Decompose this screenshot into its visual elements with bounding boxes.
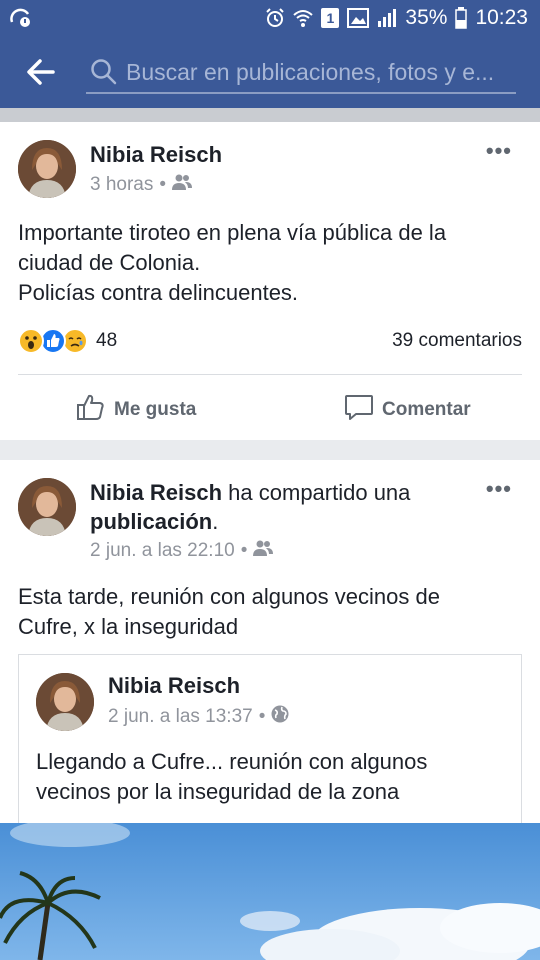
thumbs-up-icon (76, 392, 106, 428)
post-time[interactable]: 2 jun. a las 22:10 (90, 540, 235, 562)
search-icon (90, 58, 118, 91)
meta-dot: • (159, 174, 167, 195)
comment-icon (344, 392, 374, 428)
post-text-line: Importante tiroteo en plena vía pública … (18, 220, 447, 245)
share-action: ha compartido una (228, 480, 411, 505)
wow-reaction-icon (18, 328, 44, 354)
shared-author[interactable]: Nibia Reisch (108, 673, 240, 699)
sim-badge-icon: 1 (321, 8, 340, 28)
shared-meta: 2 jun. a las 13:37 • (108, 705, 289, 729)
meta-dot: • (240, 540, 248, 561)
notification-icon (10, 8, 32, 28)
feed-separator (0, 108, 540, 122)
post-text-line: Cufre, x la inseguridad (18, 614, 239, 639)
post-text-line: ciudad de Colonia. (18, 250, 201, 275)
shared-text: Llegando a Cufre... reunión con algunos … (36, 747, 427, 807)
shared-text-line: vecinos por la inseguridad de la zona (36, 779, 400, 804)
friends-icon (253, 540, 274, 562)
search-input[interactable]: Buscar en publicaciones, fotos y e... (86, 52, 516, 94)
post-text: Esta tarde, reunión con algunos vecinos … (18, 582, 440, 642)
battery-percent: 35% (405, 6, 448, 29)
shared-object-link[interactable]: publicación (90, 509, 212, 534)
meta-dot: • (258, 706, 266, 727)
reaction-count: 48 (96, 330, 118, 351)
alarm-icon (265, 8, 285, 28)
reactions-summary[interactable]: 48 (18, 328, 117, 354)
post-author[interactable]: Nibia Reisch (90, 142, 222, 168)
post-text: Importante tiroteo en plena vía pública … (18, 218, 446, 308)
post-time[interactable]: 3 horas (90, 174, 153, 196)
post-meta: 2 jun. a las 22:10 • (90, 540, 274, 562)
post-meta: 3 horas • (90, 174, 193, 196)
comment-label: Comentar (382, 399, 471, 420)
friends-icon (172, 174, 193, 196)
share-period: . (212, 509, 219, 534)
avatar[interactable] (18, 478, 76, 536)
comment-button[interactable]: Comentar (344, 392, 471, 428)
share-headline: Nibia Reisch ha compartido una publicaci… (90, 478, 480, 536)
post-text-line: Esta tarde, reunión con algunos vecinos … (18, 584, 440, 609)
signal-icon (377, 8, 397, 28)
divider (18, 374, 522, 375)
top-bar: Buscar en publicaciones, fotos y e... (0, 36, 540, 108)
avatar[interactable] (36, 673, 94, 731)
globe-icon (271, 705, 289, 729)
post-author[interactable]: Nibia Reisch (90, 480, 222, 505)
status-bar: 1 35% 10:23 (0, 0, 540, 36)
post-photo[interactable] (0, 823, 540, 960)
more-options-icon[interactable]: ••• (486, 476, 512, 502)
shared-time[interactable]: 2 jun. a las 13:37 (108, 706, 253, 728)
avatar[interactable] (18, 140, 76, 198)
back-arrow-icon[interactable] (26, 58, 56, 86)
post-text-line: Policías contra delincuentes. (18, 280, 299, 305)
more-options-icon[interactable]: ••• (486, 138, 512, 164)
search-placeholder: Buscar en publicaciones, fotos y e... (126, 59, 495, 85)
comments-count[interactable]: 39 comentarios (392, 330, 522, 352)
post-card: Nibia Reisch 3 horas • ••• Importante ti… (0, 122, 540, 440)
battery-icon (455, 7, 468, 29)
clock-time: 10:23 (475, 6, 528, 29)
like-button[interactable]: Me gusta (76, 392, 196, 428)
image-icon (347, 8, 370, 28)
wifi-icon (293, 8, 314, 28)
status-icons: 1 35% 10:23 (265, 4, 528, 32)
like-label: Me gusta (114, 399, 197, 420)
shared-text-line: Llegando a Cufre... reunión con algunos (36, 749, 428, 774)
